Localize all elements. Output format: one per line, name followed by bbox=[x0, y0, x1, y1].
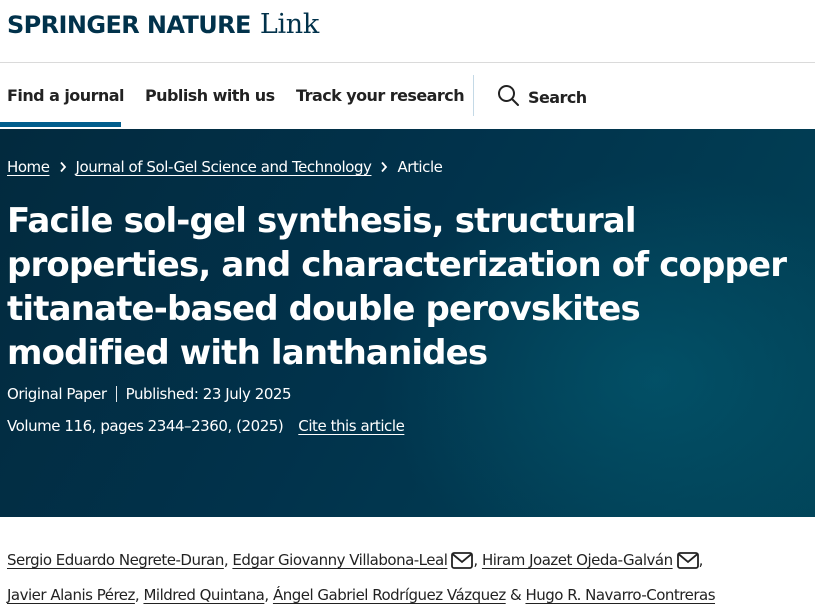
article-type: Original Paper bbox=[7, 385, 107, 403]
main-nav: Find a journal Publish with us Track you… bbox=[0, 63, 815, 129]
cite-this-article-link[interactable]: Cite this article bbox=[298, 417, 405, 435]
chevron-right-icon bbox=[59, 161, 67, 173]
article-volume-row: Volume 116, pages 2344–2360, (2025) Cite… bbox=[7, 417, 405, 435]
article-meta: Original Paper Published: 23 July 2025 bbox=[7, 385, 292, 403]
search-button[interactable]: Search bbox=[496, 83, 587, 111]
author-link[interactable]: Javier Alanis Pérez bbox=[7, 586, 135, 604]
author-final-separator: & bbox=[509, 586, 522, 604]
search-icon bbox=[496, 83, 520, 111]
author-separator: , bbox=[264, 586, 269, 604]
chevron-right-icon bbox=[380, 161, 388, 173]
author-separator: , bbox=[473, 551, 478, 569]
nav-track-your-research[interactable]: Track your research bbox=[296, 86, 465, 105]
author-link[interactable]: Edgar Giovanny Villabona-Leal bbox=[232, 551, 447, 569]
author-link[interactable]: Ángel Gabriel Rodríguez Vázquez bbox=[273, 586, 506, 604]
author-separator: , bbox=[698, 551, 704, 569]
mail-icon[interactable] bbox=[676, 549, 699, 580]
springer-nature-link-logo[interactable]: SPRINGER NATURE Link bbox=[7, 9, 319, 45]
brand-springer-nature: SPRINGER NATURE bbox=[7, 11, 251, 39]
breadcrumb: Home Journal of Sol-Gel Science and Tech… bbox=[7, 158, 443, 176]
meta-divider bbox=[115, 386, 117, 402]
author-separator: , bbox=[223, 551, 229, 569]
nav-publish-with-us[interactable]: Publish with us bbox=[145, 86, 275, 105]
nav-divider bbox=[473, 75, 474, 116]
breadcrumb-journal[interactable]: Journal of Sol-Gel Science and Technolog… bbox=[76, 158, 372, 176]
author-list: Sergio Eduardo Negrete-Duran, Edgar Giov… bbox=[7, 545, 807, 611]
mail-icon[interactable] bbox=[451, 549, 474, 580]
author-link[interactable]: Hiram Joazet Ojeda-Galván bbox=[482, 551, 673, 569]
author-separator: , bbox=[134, 586, 140, 604]
volume-pages: Volume 116, pages 2344–2360, (2025) bbox=[7, 417, 284, 435]
brand-link: Link bbox=[259, 9, 319, 40]
author-link[interactable]: Sergio Eduardo Negrete-Duran bbox=[7, 551, 224, 569]
breadcrumb-home[interactable]: Home bbox=[7, 158, 50, 176]
published-date: Published: 23 July 2025 bbox=[125, 385, 292, 403]
article-title: Facile sol-gel synthesis, structural pro… bbox=[7, 201, 787, 373]
article-hero: Home Journal of Sol-Gel Science and Tech… bbox=[0, 129, 815, 517]
nav-active-indicator bbox=[0, 122, 121, 127]
search-label: Search bbox=[528, 87, 587, 107]
author-link[interactable]: Mildred Quintana bbox=[143, 586, 264, 604]
breadcrumb-current: Article bbox=[397, 158, 443, 176]
nav-find-a-journal[interactable]: Find a journal bbox=[7, 86, 124, 105]
author-link[interactable]: Hugo R. Navarro-Contreras bbox=[525, 586, 715, 604]
